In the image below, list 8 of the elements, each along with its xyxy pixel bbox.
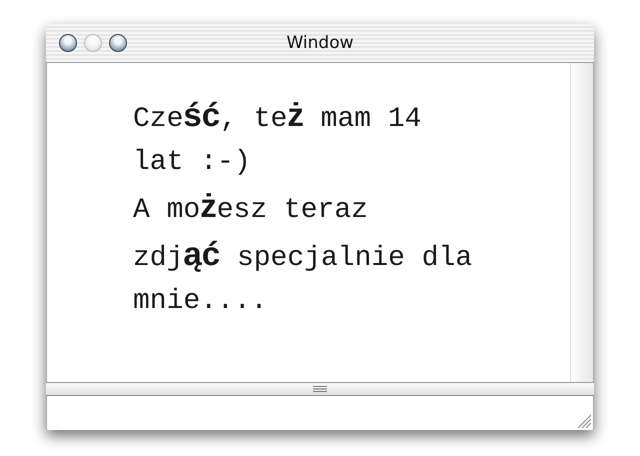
window-control-button[interactable] bbox=[59, 34, 77, 52]
message-text: Cześć, też mam 14 lat :-) A możesz teraz zdjąć specjalnie dla mnie.... bbox=[133, 95, 474, 319]
grip-icon bbox=[313, 386, 327, 392]
window-control-button[interactable] bbox=[109, 34, 127, 52]
resize-grip-icon[interactable] bbox=[577, 414, 591, 428]
scroll-bar[interactable] bbox=[570, 63, 593, 382]
window-title: Window bbox=[286, 33, 354, 53]
split-handle[interactable] bbox=[46, 382, 594, 396]
